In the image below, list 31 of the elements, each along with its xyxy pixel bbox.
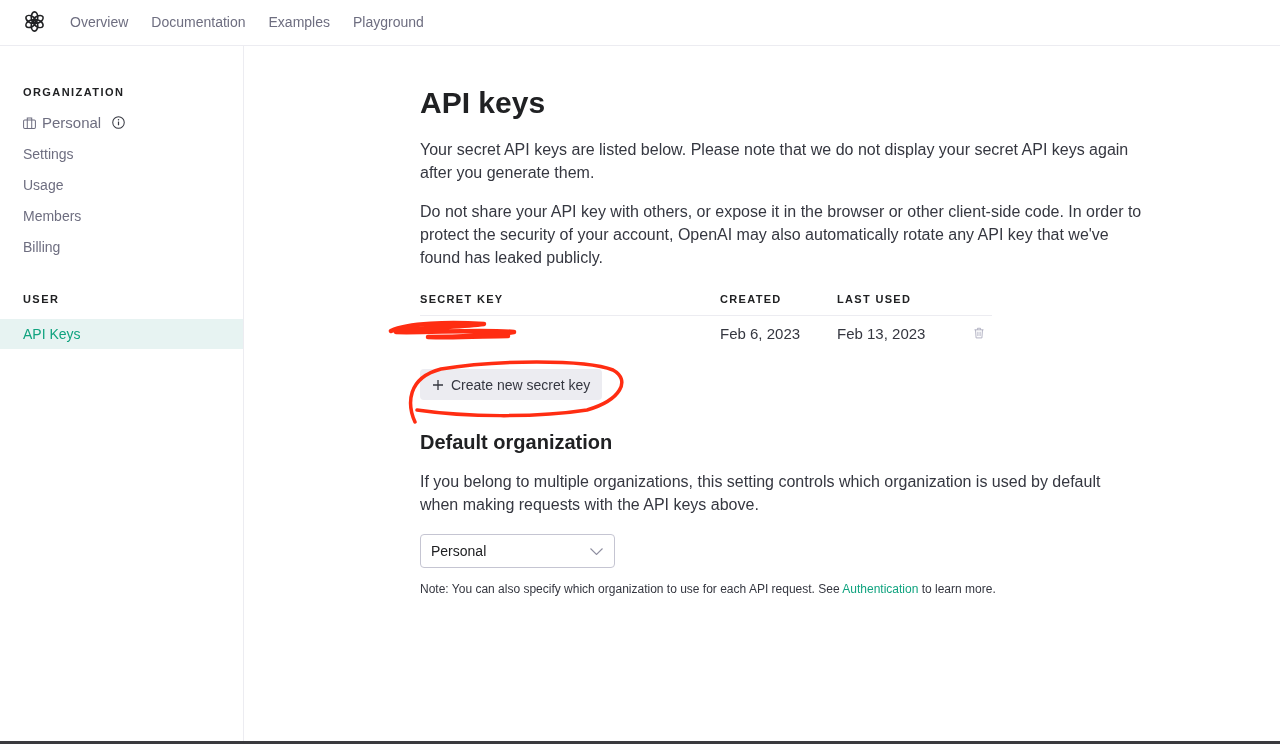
authentication-link[interactable]: Authentication <box>842 582 919 596</box>
page-title: API keys <box>420 85 547 121</box>
description-text: If you belong to multiple organizations, this setting controls which organization is used by default when making requests with the API keys above. <box>420 472 1102 515</box>
column-header: LAST USED <box>837 292 912 307</box>
description-text: Your secret API keys are listed below. Please note that we do not display your secret API keys again after you generate them. <box>420 140 1130 183</box>
column-header: SECRET KEY <box>420 292 504 307</box>
table-cell: Feb 6, 2023 <box>720 324 801 342</box>
chevron-down-icon <box>590 547 603 555</box>
column-header: CREATED <box>720 292 782 307</box>
sidebar-item[interactable]: Settings <box>0 138 243 169</box>
nav-link[interactable]: Playground <box>353 13 424 30</box>
organization-switcher[interactable]: Personal <box>0 107 243 138</box>
nav-link[interactable]: Documentation <box>151 13 246 30</box>
sidebar-item[interactable]: Members <box>0 200 243 231</box>
plus-icon <box>433 379 443 390</box>
sidebar-item[interactable]: API Keys <box>0 319 243 349</box>
section-heading: ORGANIZATION <box>22 85 125 100</box>
create-key-button[interactable]: Create new secret key <box>420 369 603 400</box>
sidebar-item[interactable]: Billing <box>0 231 243 262</box>
description-text: Do not share your API key with others, or expose it in the browser or other client-side code. In order to protect the security of your account, OpenAI may also automatically rotate any API key that we've found has leaked publicly. <box>420 202 1143 268</box>
info-icon[interactable] <box>112 116 126 129</box>
organization-select[interactable]: Personal <box>420 534 615 568</box>
section-title: Default organization <box>420 430 614 455</box>
knot-logo-icon[interactable] <box>23 10 46 33</box>
nav-link[interactable]: Examples <box>268 13 330 30</box>
sidebar-item[interactable]: Usage <box>0 169 243 200</box>
nav-link[interactable]: Overview <box>70 13 129 30</box>
briefcase-icon <box>23 116 36 129</box>
table-cell: Feb 13, 2023 <box>837 324 926 342</box>
note-text: Note: You can also specify which organization to use for each API request. See Authentication to learn more. <box>420 581 997 597</box>
section-heading: USER <box>22 292 60 307</box>
